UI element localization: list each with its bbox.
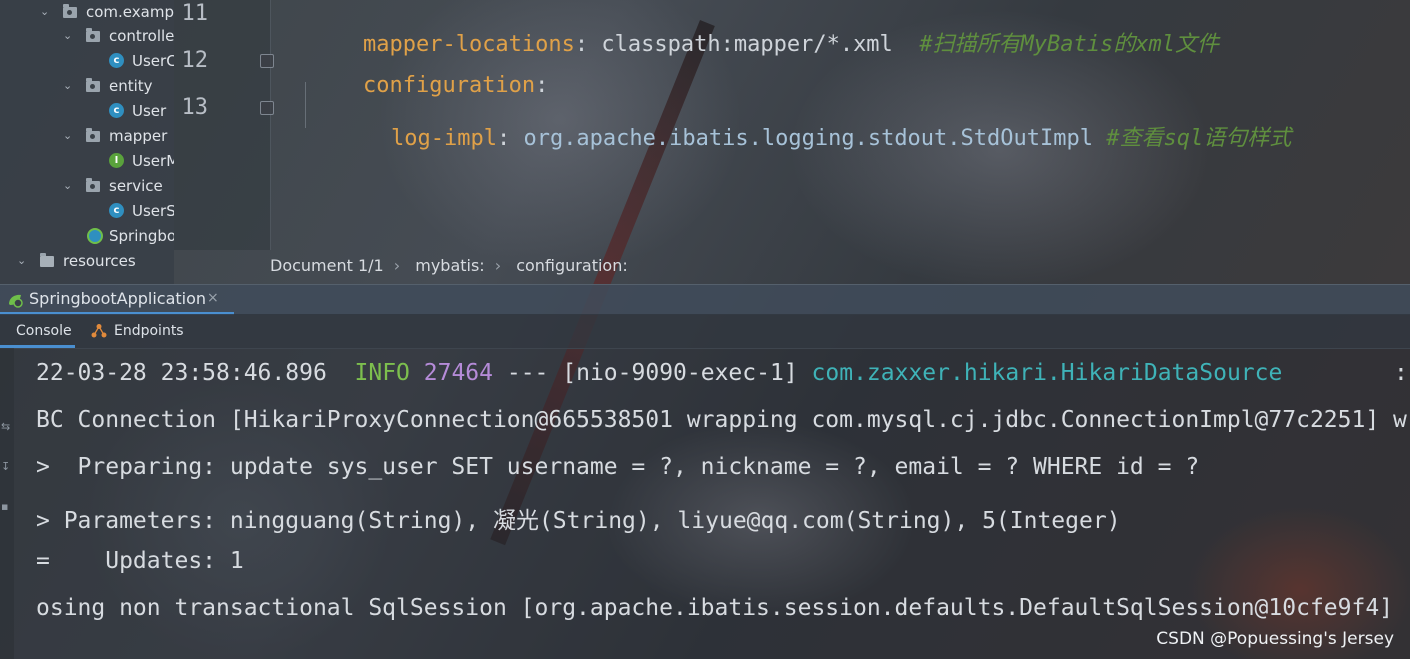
line-number: 11 (181, 1, 209, 26)
chevron-down-icon[interactable]: ⌄ (63, 80, 73, 91)
soft-wrap-icon[interactable]: ⇆ (1, 420, 11, 433)
chevron-down-icon[interactable]: ⌄ (40, 6, 50, 17)
package-folder-icon (86, 128, 100, 142)
fold-toggle-icon[interactable] (260, 54, 274, 68)
log-timestamp: 22-03-28 23:58:46.896 (36, 360, 327, 386)
spring-boot-run-icon (9, 294, 23, 308)
package-folder-icon (63, 4, 77, 18)
breadcrumb-item-mybatis[interactable]: mybatis: (415, 256, 484, 275)
tree-item-label: resources (63, 252, 136, 270)
breadcrumb-item-document[interactable]: Document 1/1 (270, 256, 384, 275)
yaml-comment: #查看sql语句样式 (1106, 126, 1292, 151)
watermark: CSDN @Popuessing's Jersey (1156, 629, 1394, 649)
fold-end-icon[interactable] (260, 101, 274, 115)
log-separator: --- (506, 360, 549, 386)
console-toolbar-strip: ⇆ ↧ ▪ (0, 348, 14, 659)
tree-item-label: com.examp (86, 3, 174, 21)
class-icon: c (109, 203, 124, 218)
log-logger: com.zaxxer.hikari.HikariDataSource (811, 360, 1283, 386)
console-line: osing non transactional SqlSession [org.… (36, 595, 1394, 621)
tree-item-label: UserS (132, 202, 174, 220)
tab-console[interactable]: Console (0, 314, 75, 348)
log-tail: : (1394, 360, 1408, 386)
breadcrumb-separator: › (494, 256, 502, 275)
tool-tabs: Console Endpoints (0, 314, 1410, 349)
package-folder-icon (86, 178, 100, 192)
yaml-colon: : (496, 126, 524, 151)
spring-boot-class-icon (87, 228, 103, 244)
tree-item-label: User (132, 102, 167, 120)
run-tab-springboot-application[interactable]: SpringbootApplication × (0, 285, 234, 315)
tab-label: Console (16, 323, 72, 339)
print-icon[interactable]: ▪ (1, 500, 11, 513)
yaml-value: classpath:mapper/*.xml (601, 32, 893, 57)
tree-item-label: entity (109, 77, 153, 95)
tree-item-label: mapper (109, 127, 168, 145)
interface-icon: I (109, 153, 124, 168)
package-folder-icon (86, 28, 100, 42)
yaml-colon: : (574, 32, 602, 57)
log-pid: 27464 (423, 360, 493, 386)
console-line: = Updates: 1 (36, 548, 244, 574)
chevron-down-icon[interactable]: ⌄ (63, 130, 73, 141)
code-line-13[interactable]: log-impl: org.apache.ibatis.logging.stdo… (338, 95, 1291, 177)
console-line: 22-03-28 23:58:46.896 INFO 27464 --- [ni… (36, 360, 1282, 386)
log-thread: [nio-9090-exec-1] (562, 360, 798, 386)
run-tool-window-header: SpringbootApplication × (0, 284, 1410, 315)
yaml-key: log-impl (390, 126, 497, 151)
chevron-down-icon[interactable]: ⌄ (63, 180, 73, 191)
scroll-end-icon[interactable]: ↧ (1, 460, 11, 473)
console-line: > Preparing: update sys_user SET usernam… (36, 454, 1200, 480)
chevron-down-icon[interactable]: ⌄ (63, 30, 73, 41)
line-number: 12 (181, 48, 209, 73)
tab-endpoints[interactable]: Endpoints (90, 314, 190, 348)
log-level: INFO (354, 360, 410, 386)
tree-item-label: UserM (132, 152, 174, 170)
yaml-comment: #扫描所有MyBatis的xml文件 (919, 32, 1220, 57)
chevron-down-icon[interactable]: ⌄ (17, 255, 27, 266)
tree-item-label: UserC (132, 52, 174, 70)
tree-item-label: service (109, 177, 163, 195)
breadcrumb-item-configuration[interactable]: configuration: (516, 256, 628, 275)
endpoints-icon (91, 324, 107, 338)
resources-folder-icon (40, 253, 54, 267)
class-icon: c (109, 103, 124, 118)
indent-guide (305, 82, 306, 128)
line-number-gutter: 11 12 13 (174, 0, 274, 250)
tree-item-label: Springbo (109, 227, 174, 245)
close-icon[interactable]: × (207, 285, 219, 312)
project-tree: ⌄ com.examp ⌄ controlle c UserC ⌄ entity… (0, 0, 174, 284)
run-tab-label: SpringbootApplication (29, 289, 207, 308)
tree-item-label: controlle (109, 27, 174, 45)
console-line: > Parameters: ningguang(String), 凝光(Stri… (36, 508, 1121, 534)
breadcrumb-separator: › (393, 256, 401, 275)
console-output[interactable]: 22-03-28 23:58:46.896 INFO 27464 --- [ni… (14, 348, 1410, 659)
package-folder-icon (86, 78, 100, 92)
breadcrumb: Document 1/1 › mybatis: › configuration: (270, 250, 1410, 282)
line-number: 13 (181, 95, 209, 120)
console-line: BC Connection [HikariProxyConnection@665… (36, 407, 1407, 433)
yaml-value: org.apache.ibatis.logging.stdout.StdOutI… (523, 126, 1093, 151)
tab-label: Endpoints (114, 323, 184, 339)
class-icon: c (109, 53, 124, 68)
code-editor[interactable]: 11 12 13 mapper-locations: classpath:map… (174, 0, 1410, 250)
